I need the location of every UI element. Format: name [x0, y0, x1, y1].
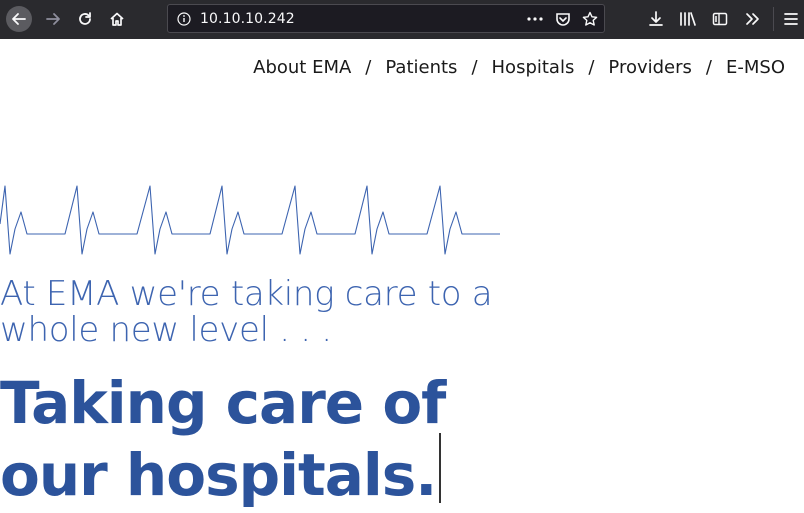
nav-link-emso[interactable]: E-MSO	[726, 57, 785, 78]
nav-separator: /	[471, 57, 478, 78]
nav-link-hospitals[interactable]: Hospitals	[492, 57, 575, 78]
tagline-line-2: whole new level . . .	[0, 310, 332, 350]
main-nav: About EMA / Patients / Hospitals / Providers / E…	[253, 57, 785, 78]
library-icon[interactable]	[678, 9, 698, 29]
tagline-line-1: At EMA we're taking care to a	[0, 274, 493, 314]
nav-link-providers[interactable]: Providers	[608, 57, 692, 78]
page-actions-icon[interactable]	[526, 10, 544, 28]
forward-button[interactable]	[40, 6, 66, 32]
forward-icon	[46, 13, 60, 25]
info-icon[interactable]	[177, 12, 191, 31]
reload-icon	[79, 12, 91, 25]
pocket-icon[interactable]	[554, 10, 572, 28]
nav-link-about[interactable]: About EMA	[253, 57, 351, 78]
downloads-icon[interactable]	[646, 9, 666, 29]
sidebar-icon[interactable]	[710, 9, 730, 29]
home-icon	[110, 12, 124, 26]
nav-separator: /	[588, 57, 595, 78]
url-bar[interactable]: 10.10.10.242	[167, 4, 605, 33]
hero-headline: Taking care of our hospitals.	[0, 369, 446, 505]
hero-tagline: At EMA we're taking care to a whole new …	[0, 276, 520, 348]
overflow-icon[interactable]	[742, 9, 762, 29]
reload-button[interactable]	[72, 6, 98, 32]
home-button[interactable]	[104, 6, 130, 32]
headline-line-1: Taking care of	[0, 369, 446, 437]
nav-separator: /	[705, 57, 712, 78]
nav-link-patients[interactable]: Patients	[385, 57, 457, 78]
toolbar-divider	[773, 7, 774, 31]
heartbeat-line-graphic	[0, 185, 500, 255]
url-text[interactable]: 10.10.10.242	[200, 11, 295, 27]
back-button[interactable]	[6, 6, 32, 32]
nav-separator: /	[365, 57, 372, 78]
back-icon	[12, 13, 26, 25]
headline-line-2: our hospitals.	[0, 441, 437, 509]
bookmark-star-icon[interactable]	[581, 10, 599, 28]
browser-toolbar: 10.10.10.242	[0, 0, 804, 39]
typing-cursor	[439, 433, 442, 503]
menu-icon[interactable]	[781, 9, 801, 29]
